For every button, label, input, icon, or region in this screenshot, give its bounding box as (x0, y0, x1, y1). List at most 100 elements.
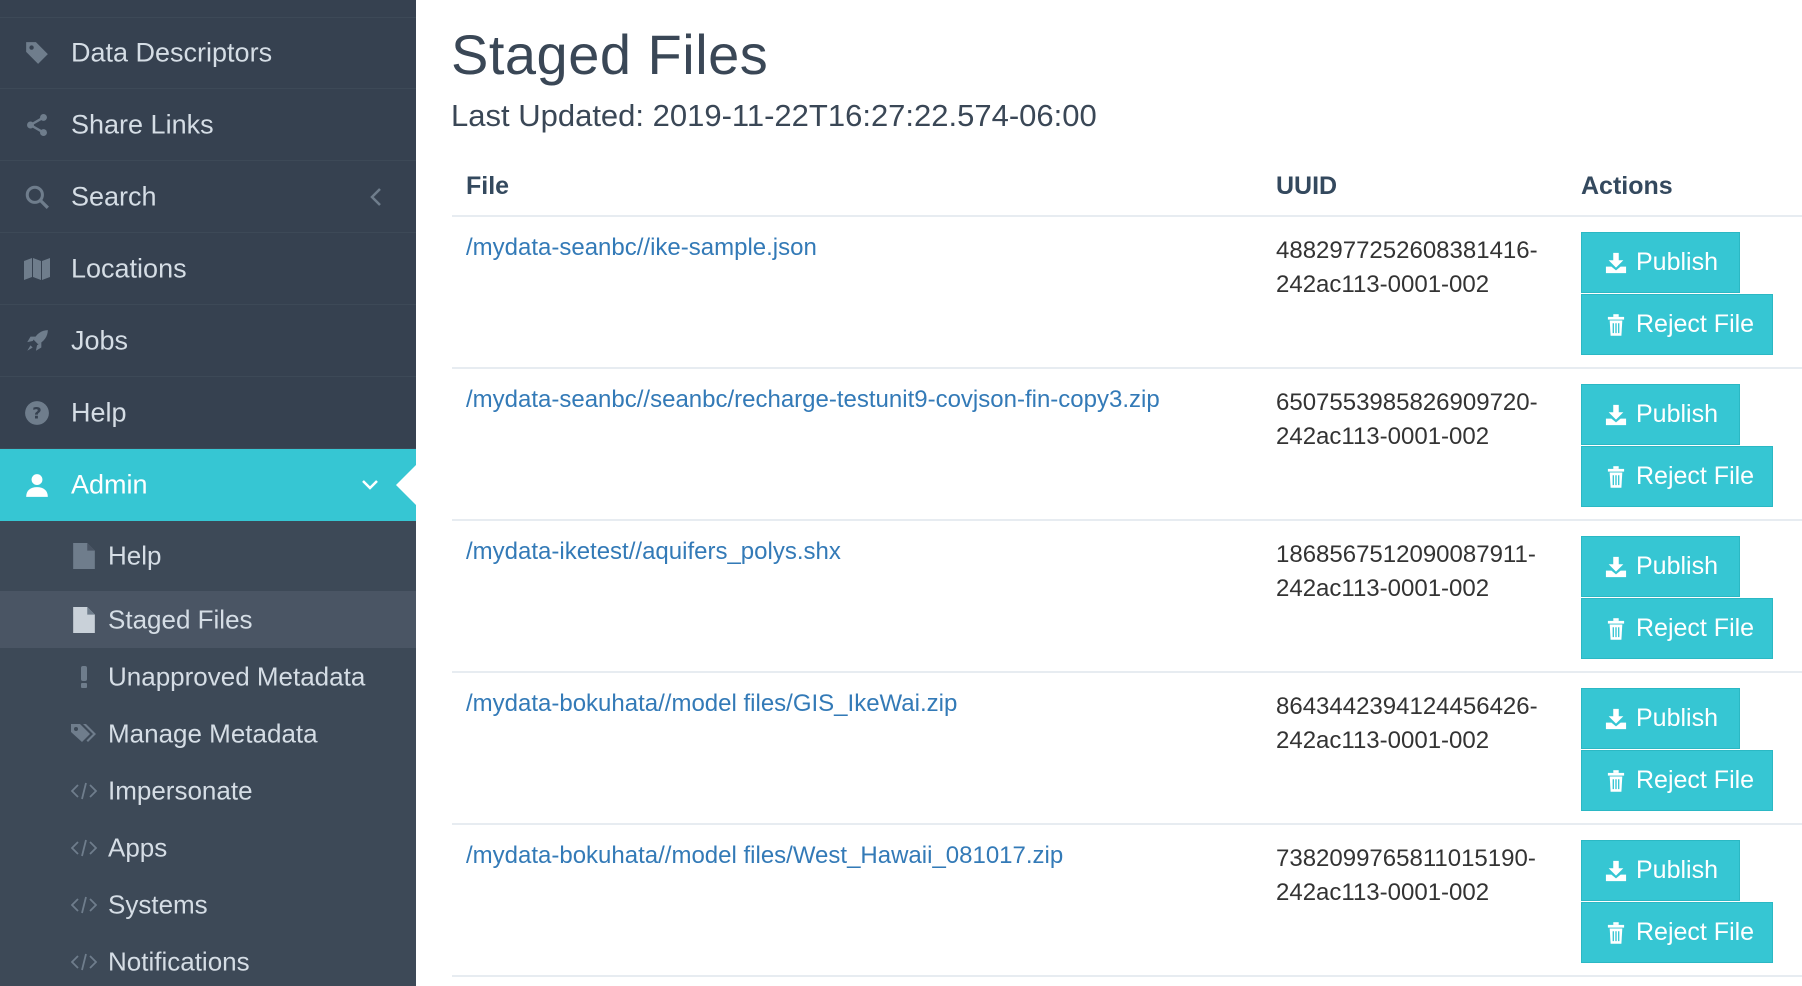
publish-button[interactable]: Publish (1581, 536, 1740, 597)
file-link[interactable]: /mydata-iketest//aquifers_polys.shx (466, 538, 841, 566)
uuid-cell: 7382099765811015190- 242ac113-0001-002 (1276, 842, 1536, 910)
reject-file-button[interactable]: Reject File (1581, 294, 1773, 355)
page-title: Staged Files (451, 23, 769, 86)
reject-file-button[interactable]: Reject File (1581, 446, 1773, 507)
submenu-item-unapproved-metadata[interactable]: Unapproved Metadata (0, 648, 416, 705)
uuid-line: 242ac113-0001-002 (1276, 271, 1490, 298)
publish-label: Publish (1636, 248, 1718, 276)
submenu-item-staged-files[interactable]: Staged Files (0, 591, 416, 648)
submenu-item-label: Notifications (108, 946, 250, 976)
search-icon (22, 182, 52, 212)
sidebar: Data Descriptors Share Links Search Loca… (0, 0, 416, 986)
publish-button[interactable]: Publish (1581, 232, 1740, 293)
publish-button[interactable]: Publish (1581, 688, 1740, 749)
uuid-line: 1868567512090087911- (1276, 541, 1536, 568)
sidebar-item-share-links[interactable]: Share Links (0, 89, 416, 161)
table-row: /mydata-seanbc//ike-sample.json 48829772… (452, 217, 1802, 369)
submenu-item-label: Apps (108, 832, 168, 862)
submenu-item-notifications[interactable]: Notifications (0, 933, 416, 986)
submenu-item-label: Help (108, 540, 162, 571)
publish-button[interactable]: Publish (1581, 384, 1740, 445)
sidebar-item-label: Search (71, 181, 157, 211)
sidebar-item-search[interactable]: Search (0, 161, 416, 233)
file-link[interactable]: /mydata-seanbc//seanbc/recharge-testunit… (466, 386, 1160, 414)
download-icon (1604, 555, 1628, 579)
download-icon (1604, 859, 1628, 883)
file-link[interactable]: /mydata-bokuhata//model files/West_Hawai… (466, 842, 1063, 870)
reject-label: Reject File (1636, 918, 1755, 946)
sidebar-item-label: Help (71, 397, 127, 427)
publish-button[interactable]: Publish (1581, 840, 1740, 901)
submenu-item-label: Systems (108, 889, 208, 919)
column-header-actions: Actions (1581, 172, 1673, 200)
rocket-icon (22, 326, 52, 356)
publish-label: Publish (1636, 856, 1718, 884)
publish-label: Publish (1636, 704, 1718, 732)
reject-label: Reject File (1636, 614, 1755, 642)
sidebar-item-label: Jobs (71, 325, 129, 355)
submenu-item-systems[interactable]: Systems (0, 876, 416, 933)
submenu-item-label: Manage Metadata (108, 718, 318, 748)
table-row: /mydata-bokuhata//model files/GIS_IkeWai… (452, 673, 1802, 825)
reject-file-button[interactable]: Reject File (1581, 598, 1773, 659)
publish-label: Publish (1636, 552, 1718, 580)
uuid-line: 4882977252608381416- (1276, 237, 1538, 264)
user-icon (22, 470, 52, 500)
trash-icon (1604, 769, 1628, 793)
reject-file-button[interactable]: Reject File (1581, 750, 1773, 811)
admin-submenu: Help Staged Files Unapproved Metadata Ma… (0, 521, 416, 986)
uuid-line: 242ac113-0001-002 (1276, 879, 1490, 906)
column-header-uuid[interactable]: UUID (1276, 172, 1337, 201)
sidebar-item-admin[interactable]: Admin (0, 449, 416, 521)
sidebar-item-jobs[interactable]: Jobs (0, 305, 416, 377)
map-icon (22, 254, 52, 284)
download-icon (1604, 707, 1628, 731)
code-icon (70, 948, 98, 976)
uuid-line: 242ac113-0001-002 (1276, 727, 1490, 754)
sidebar-item-data-descriptors[interactable]: Data Descriptors (0, 17, 416, 89)
uuid-cell: 6507553985826909720- 242ac113-0001-002 (1276, 386, 1538, 454)
question-circle-icon: ? (22, 398, 52, 428)
file-icon (70, 542, 98, 570)
sidebar-item-label: Share Links (71, 109, 214, 139)
file-link[interactable]: /mydata-bokuhata//model files/GIS_IkeWai… (466, 690, 957, 718)
sidebar-item-help[interactable]: ? Help (0, 377, 416, 449)
share-icon (22, 110, 52, 140)
trash-icon (1604, 313, 1628, 337)
table-row: /mydata-bokuhata//model files/West_Hawai… (452, 825, 1802, 977)
submenu-item-help[interactable]: Help (0, 521, 416, 591)
submenu-item-label: Impersonate (108, 775, 253, 805)
sidebar-item-label: Admin (71, 469, 148, 499)
submenu-item-label: Staged Files (108, 604, 253, 634)
trash-icon (1604, 617, 1628, 641)
uuid-cell: 4882977252608381416- 242ac113-0001-002 (1276, 234, 1538, 302)
uuid-line: 7382099765811015190- (1276, 845, 1536, 872)
submenu-item-impersonate[interactable]: Impersonate (0, 762, 416, 819)
tag-icon (22, 38, 52, 68)
uuid-line: 6507553985826909720- (1276, 389, 1538, 416)
publish-label: Publish (1636, 400, 1718, 428)
table-row: /mydata-iketest//aquifers_polys.shx 1868… (452, 521, 1802, 673)
submenu-item-manage-metadata[interactable]: Manage Metadata (0, 705, 416, 762)
reject-label: Reject File (1636, 766, 1755, 794)
sidebar-item-label: Locations (71, 253, 187, 283)
code-icon (70, 834, 98, 862)
reject-file-button[interactable]: Reject File (1581, 902, 1773, 963)
submenu-item-apps[interactable]: Apps (0, 819, 416, 876)
trash-icon (1604, 921, 1628, 945)
uuid-line: 242ac113-0001-002 (1276, 423, 1490, 450)
sidebar-item-locations[interactable]: Locations (0, 233, 416, 305)
sidebar-item-label: Data Descriptors (71, 37, 273, 68)
table-row: /mydata-seanbc//seanbc/recharge-testunit… (452, 369, 1802, 521)
sidebar-nav: Data Descriptors Share Links Search Loca… (0, 17, 416, 521)
exclamation-icon (70, 663, 98, 691)
svg-text:?: ? (32, 403, 41, 422)
trash-icon (1604, 465, 1628, 489)
file-link[interactable]: /mydata-seanbc//ike-sample.json (466, 234, 817, 262)
code-icon (70, 891, 98, 919)
chevron-left-icon (366, 187, 386, 207)
uuid-cell: 1868567512090087911- 242ac113-0001-002 (1276, 538, 1536, 606)
uuid-cell: 8643442394124456426- 242ac113-0001-002 (1276, 690, 1538, 758)
column-header-file[interactable]: File (466, 172, 509, 201)
staged-files-table: File UUID Actions /mydata-seanbc//ike-sa… (452, 156, 1802, 977)
